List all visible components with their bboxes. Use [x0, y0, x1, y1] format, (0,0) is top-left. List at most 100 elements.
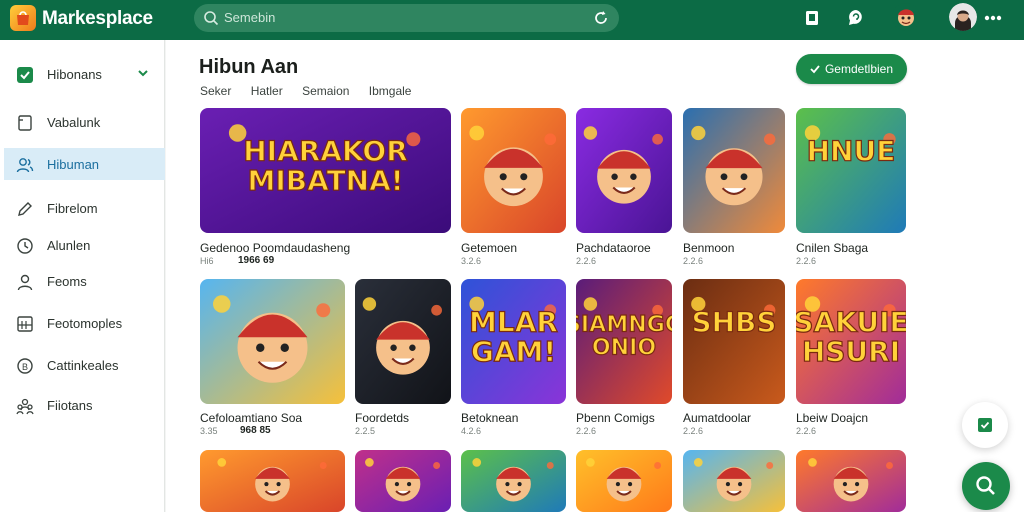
- sidebar-item-alunlen[interactable]: Alunlen: [4, 229, 165, 261]
- card-title: Lbeiw Doajcn: [796, 411, 869, 425]
- chat-icon[interactable]: [845, 7, 867, 29]
- app-logo[interactable]: [10, 5, 36, 31]
- sidebar-item-cattinkeales[interactable]: B Cattinkeales: [4, 349, 165, 381]
- user-avatar[interactable]: [949, 3, 977, 31]
- card-meta: 4.2.6: [461, 426, 482, 436]
- clock-icon: [17, 238, 33, 254]
- sidebar-item-label: Feoms: [47, 274, 87, 289]
- checkbox-icon: [17, 67, 33, 83]
- svg-text:SHBS: SHBS: [691, 306, 776, 339]
- sidebar-item-label: Fiiotans: [47, 398, 93, 413]
- svg-text:HNUE: HNUE: [807, 135, 896, 168]
- card-meta: 3.35: [200, 426, 218, 436]
- svg-text:MIBATNA!: MIBATNA!: [247, 164, 403, 197]
- sidebar-item-vabalunk[interactable]: Vabalunk: [4, 106, 165, 138]
- card-title: Betoknean: [461, 411, 519, 425]
- card-title: Aumatdoolar: [683, 411, 752, 425]
- card-meta: 2.2.6: [796, 256, 817, 266]
- card-title: Foordetds: [355, 411, 410, 425]
- search-fab[interactable]: [962, 462, 1010, 510]
- app-tile[interactable]: [461, 108, 566, 233]
- app-tile[interactable]: HNUE: [796, 108, 906, 233]
- svg-text:SIAMNGG: SIAMNGG: [576, 312, 672, 338]
- filter-ibmgale[interactable]: Ibmgale: [369, 84, 412, 98]
- card-meta: 2.2.5: [355, 426, 376, 436]
- group-icon: [16, 398, 34, 415]
- app-tile[interactable]: [461, 450, 566, 512]
- note-check-icon: [978, 418, 992, 432]
- coin-icon: B: [17, 358, 33, 374]
- app-tile[interactable]: SAKUIE HSURI: [796, 279, 906, 404]
- sidebar-item-label: Hibuman: [47, 157, 100, 172]
- svg-text:GAM!: GAM!: [471, 335, 556, 368]
- document-icon: [18, 115, 32, 131]
- card-meta: 2.2.6: [796, 426, 817, 436]
- svg-text:ONIO: ONIO: [592, 335, 656, 361]
- card-price: 1966 69: [238, 255, 275, 266]
- sidebar-item-label: Cattinkeales: [47, 358, 119, 373]
- filter-hatler[interactable]: Hatler: [251, 84, 283, 98]
- app-title: Markesplace: [42, 8, 153, 29]
- quick-note-button[interactable]: [962, 402, 1008, 448]
- sidebar-item-feotomoples[interactable]: Feotomoples: [4, 307, 165, 339]
- sidebar-item-label: Fibrelom: [47, 201, 98, 216]
- sidebar-item-hibonans[interactable]: Hibonans: [4, 58, 165, 90]
- app-tile[interactable]: [796, 450, 906, 512]
- more-menu-icon[interactable]: [982, 7, 1004, 29]
- app-tile[interactable]: MLAR GAM!: [461, 279, 566, 404]
- filter-seker[interactable]: Seker: [200, 84, 231, 98]
- app-tile[interactable]: [355, 450, 451, 512]
- svg-text:HIARAKOR: HIARAKOR: [243, 135, 408, 168]
- card-meta: 2.2.6: [683, 426, 704, 436]
- card-meta: 3.2.6: [461, 256, 482, 266]
- app-tile[interactable]: [683, 450, 785, 512]
- search-input[interactable]: Semebin: [224, 10, 275, 25]
- app-tile[interactable]: [576, 108, 672, 233]
- refresh-icon[interactable]: [593, 10, 609, 26]
- app-tile[interactable]: [200, 279, 345, 404]
- primary-action-label: Gemdetlbien: [824, 62, 894, 76]
- card-meta: 2.2.6: [576, 426, 597, 436]
- card-price: 968 85: [240, 425, 271, 436]
- card-meta: Hi6: [200, 256, 214, 266]
- svg-text:HSURI: HSURI: [802, 335, 900, 368]
- sidebar-item-fibrelom[interactable]: Fibrelom: [4, 192, 165, 224]
- sidebar-item-hibuman[interactable]: Hibuman: [4, 148, 165, 180]
- svg-text:B: B: [22, 362, 28, 372]
- edit-icon: [18, 202, 32, 216]
- filter-semaion[interactable]: Semaion: [302, 84, 349, 98]
- primary-action-button[interactable]: Gemdetlbien: [796, 54, 907, 84]
- app-tile[interactable]: [200, 450, 345, 512]
- grid-icon: [17, 316, 33, 332]
- notes-icon[interactable]: [801, 7, 823, 29]
- top-bar: Markesplace Semebin: [0, 0, 1024, 40]
- card-title: Cefoloamtiano Soa: [200, 411, 303, 425]
- app-tile[interactable]: SIAMNGGONIO: [576, 279, 672, 404]
- app-tile[interactable]: SHBS: [683, 279, 785, 404]
- filter-bar: Seker Hatler Semaion Ibmgale: [200, 84, 427, 98]
- card-title: Cnilen Sbaga: [796, 241, 869, 255]
- search-bar[interactable]: Semebin: [194, 4, 619, 32]
- chevron-down-icon[interactable]: [137, 67, 149, 79]
- card-title: Pachdataoroe: [576, 241, 651, 255]
- sidebar-item-fiiotans[interactable]: Fiiotans: [4, 389, 165, 421]
- sidebar-item-label: Vabalunk: [47, 115, 101, 130]
- search-icon: [976, 476, 995, 495]
- users-icon: [16, 158, 34, 173]
- shopping-bag-icon: [17, 11, 29, 25]
- card-title: Getemoen: [461, 241, 518, 255]
- svg-text:MLAR: MLAR: [469, 306, 558, 339]
- mascot-avatar[interactable]: [892, 3, 920, 31]
- app-tile[interactable]: [683, 108, 785, 233]
- app-tile[interactable]: [355, 279, 451, 404]
- sidebar: Hibonans Vabalunk Hibuman Fibrelom Alunl…: [0, 40, 165, 512]
- sidebar-item-label: Feotomoples: [47, 316, 123, 331]
- card-meta: 2.2.6: [683, 256, 704, 266]
- card-title: Benmoon: [683, 241, 735, 255]
- sidebar-item-feoms[interactable]: Feoms: [4, 265, 165, 297]
- card-title: Pbenn Comigs: [576, 411, 655, 425]
- card-title: Gedenoo Poomdaudasheng: [200, 241, 351, 255]
- app-tile[interactable]: HIARAKOR MIBATNA!: [200, 108, 451, 233]
- sidebar-item-label: Hibonans: [47, 67, 102, 82]
- app-tile[interactable]: [576, 450, 672, 512]
